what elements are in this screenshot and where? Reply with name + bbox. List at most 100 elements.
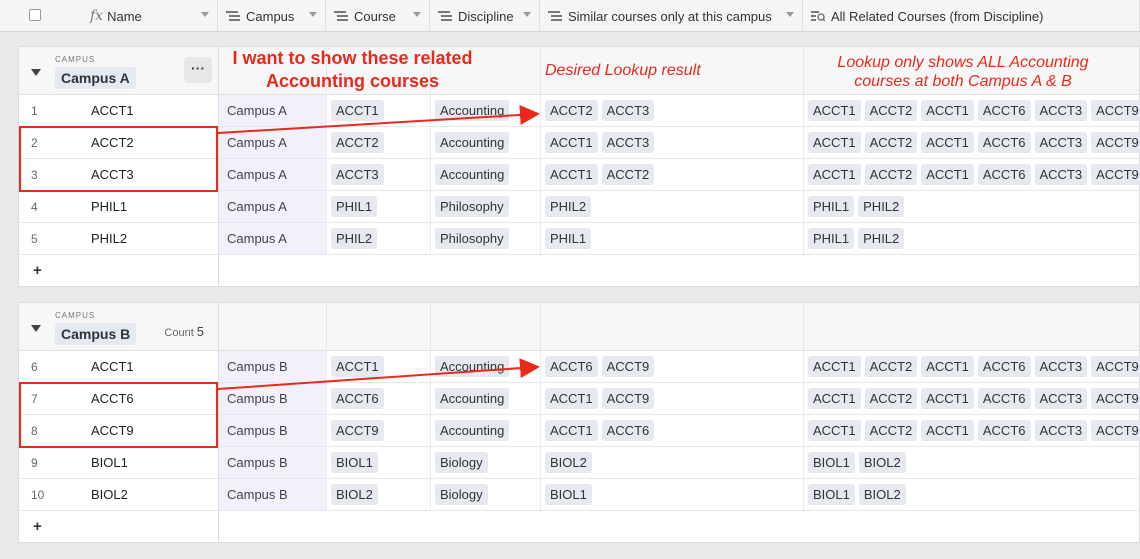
row-name[interactable]: ACCT1	[91, 103, 134, 118]
chevron-down-icon[interactable]	[786, 12, 794, 17]
discipline-cell[interactable]: Accounting	[431, 159, 541, 190]
campus-cell[interactable]: Campus B	[219, 447, 327, 478]
similar-cell[interactable]: ACCT6 ACCT9	[541, 351, 804, 382]
related-cell[interactable]: ACCT1 ACCT2 ACCT1 ACCT6 ACCT3 ACCT9	[804, 415, 1140, 446]
discipline-cell[interactable]: Philosophy	[431, 191, 541, 222]
campus-cell[interactable]: Campus B	[219, 351, 327, 382]
related-chip: ACCT1	[921, 388, 974, 409]
course-cell[interactable]: BIOL2	[327, 479, 431, 510]
table-row[interactable]: Campus A PHIL1 Philosophy PHIL2 PHIL1 PHI…	[219, 191, 1139, 223]
add-row-button[interactable]: +	[33, 518, 42, 535]
campus-cell[interactable]: Campus B	[219, 479, 327, 510]
row-name[interactable]: PHIL2	[91, 231, 127, 246]
table-row[interactable]: Campus B ACCT1 Accounting ACCT6 ACCT9 ACC…	[219, 351, 1140, 383]
discipline-cell[interactable]: Philosophy	[431, 223, 541, 254]
course-cell[interactable]: ACCT9	[327, 415, 431, 446]
related-cell[interactable]: ACCT1 ACCT2 ACCT1 ACCT6 ACCT3 ACCT9	[804, 351, 1140, 382]
table-row[interactable]: Campus A ACCT3 Accounting ACCT1 ACCT2 ACC…	[219, 159, 1140, 191]
related-cell[interactable]: BIOL1 BIOL2	[804, 447, 1140, 478]
collapse-caret-icon[interactable]	[31, 325, 41, 332]
header-name-column[interactable]: fx Name	[0, 0, 218, 32]
campus-cell[interactable]: Campus A	[219, 95, 327, 126]
row-name[interactable]: ACCT1	[91, 359, 134, 374]
add-row-button[interactable]: +	[33, 262, 42, 279]
similar-cell[interactable]: ACCT2 ACCT3	[541, 95, 804, 126]
text-lines-icon	[438, 10, 452, 22]
similar-chip: ACCT2	[545, 100, 598, 121]
row-name[interactable]: PHIL1	[91, 199, 127, 214]
similar-cell[interactable]: BIOL2	[541, 447, 804, 478]
similar-cell[interactable]: ACCT1 ACCT6	[541, 415, 804, 446]
course-cell[interactable]: ACCT3	[327, 159, 431, 190]
discipline-chip: Accounting	[435, 388, 510, 409]
select-all-checkbox[interactable]	[29, 9, 41, 21]
similar-cell[interactable]: PHIL1	[541, 223, 804, 254]
course-cell[interactable]: PHIL2	[327, 223, 431, 254]
row-name[interactable]: BIOL1	[91, 455, 128, 470]
table-row[interactable]: Campus A ACCT2 Accounting ACCT1 ACCT3 ACC…	[219, 127, 1140, 159]
header-discipline-column[interactable]: Discipline	[430, 0, 540, 32]
related-cell[interactable]: ACCT1 ACCT2 ACCT1 ACCT6 ACCT3 ACCT9	[804, 383, 1140, 414]
chevron-down-icon[interactable]	[309, 12, 317, 17]
table-row[interactable]: Campus B ACCT6 Accounting ACCT1 ACCT9 ACC…	[219, 383, 1140, 415]
similar-chip: PHIL1	[545, 228, 592, 249]
header-course-column[interactable]: Course	[326, 0, 430, 32]
related-cell[interactable]: ACCT1 ACCT2 ACCT1 ACCT6 ACCT3 ACCT9	[804, 127, 1140, 158]
related-chip: ACCT6	[977, 132, 1031, 153]
course-chip: ACCT9	[331, 420, 384, 441]
row-name[interactable]: BIOL2	[91, 487, 128, 502]
campus-cell[interactable]: Campus B	[219, 383, 327, 414]
discipline-cell[interactable]: Accounting	[431, 351, 541, 382]
discipline-cell[interactable]: Accounting	[431, 127, 541, 158]
course-cell[interactable]: ACCT1	[327, 351, 431, 382]
related-cell[interactable]: PHIL1 PHIL2	[804, 223, 1140, 254]
related-chip: ACCT2	[864, 388, 918, 409]
header-campus-column[interactable]: Campus	[218, 0, 326, 32]
similar-cell[interactable]: ACCT1 ACCT9	[541, 383, 804, 414]
campus-cell[interactable]: Campus B	[219, 415, 327, 446]
table-row[interactable]: 5 PHIL2	[19, 223, 218, 255]
related-cell[interactable]: PHIL1 PHIL2	[804, 191, 1140, 222]
header-related-column[interactable]: All Related Courses (from Discipline)	[803, 0, 1140, 32]
discipline-cell[interactable]: Biology	[431, 447, 541, 478]
discipline-cell[interactable]: Accounting	[431, 95, 541, 126]
course-cell[interactable]: PHIL1	[327, 191, 431, 222]
similar-cell[interactable]: ACCT1 ACCT2	[541, 159, 804, 190]
table-row[interactable]: 9 BIOL1	[19, 447, 218, 479]
chevron-down-icon[interactable]	[523, 12, 531, 17]
chevron-down-icon[interactable]	[413, 12, 421, 17]
related-chip: ACCT2	[864, 100, 918, 121]
course-cell[interactable]: ACCT1	[327, 95, 431, 126]
collapse-caret-icon[interactable]	[31, 69, 41, 76]
chevron-down-icon[interactable]	[201, 12, 209, 17]
related-chip: ACCT1	[921, 356, 974, 377]
related-cell[interactable]: BIOL1 BIOL2	[804, 479, 1140, 510]
table-row[interactable]: Campus A PHIL2 Philosophy PHIL1 PHIL1 PHI…	[219, 223, 1139, 255]
campus-cell[interactable]: Campus A	[219, 191, 327, 222]
discipline-cell[interactable]: Biology	[431, 479, 541, 510]
similar-cell[interactable]: ACCT1 ACCT3	[541, 127, 804, 158]
table-row[interactable]: Campus B BIOL1 Biology BIOL2 BIOL1 BIOL2	[219, 447, 1139, 479]
table-row[interactable]: Campus B ACCT9 Accounting ACCT1 ACCT6 ACC…	[219, 415, 1140, 447]
table-row[interactable]: 4 PHIL1	[19, 191, 218, 223]
table-row[interactable]: Campus A ACCT1 Accounting ACCT2 ACCT3 ACC…	[219, 95, 1140, 127]
discipline-cell[interactable]: Accounting	[431, 415, 541, 446]
campus-cell[interactable]: Campus A	[219, 159, 327, 190]
table-row[interactable]: 6 ACCT1	[19, 351, 218, 383]
table-row[interactable]: 10 BIOL2	[19, 479, 218, 511]
table-row[interactable]: 1 ACCT1	[19, 95, 218, 127]
more-options-icon[interactable]: ···	[184, 57, 212, 83]
campus-cell[interactable]: Campus A	[219, 127, 327, 158]
discipline-cell[interactable]: Accounting	[431, 383, 541, 414]
course-cell[interactable]: ACCT2	[327, 127, 431, 158]
similar-cell[interactable]: PHIL2	[541, 191, 804, 222]
similar-cell[interactable]: BIOL1	[541, 479, 804, 510]
similar-chip: ACCT3	[601, 100, 655, 121]
header-similar-column[interactable]: Similar courses only at this campus	[540, 0, 803, 32]
course-cell[interactable]: ACCT6	[327, 383, 431, 414]
related-cell[interactable]: ACCT1 ACCT2 ACCT1 ACCT6 ACCT3 ACCT9	[804, 95, 1140, 126]
table-row[interactable]: Campus B BIOL2 Biology BIOL1 BIOL1 BIOL2	[219, 479, 1139, 511]
campus-cell[interactable]: Campus A	[219, 223, 327, 254]
course-cell[interactable]: BIOL1	[327, 447, 431, 478]
related-cell[interactable]: ACCT1 ACCT2 ACCT1 ACCT6 ACCT3 ACCT9	[804, 159, 1140, 190]
